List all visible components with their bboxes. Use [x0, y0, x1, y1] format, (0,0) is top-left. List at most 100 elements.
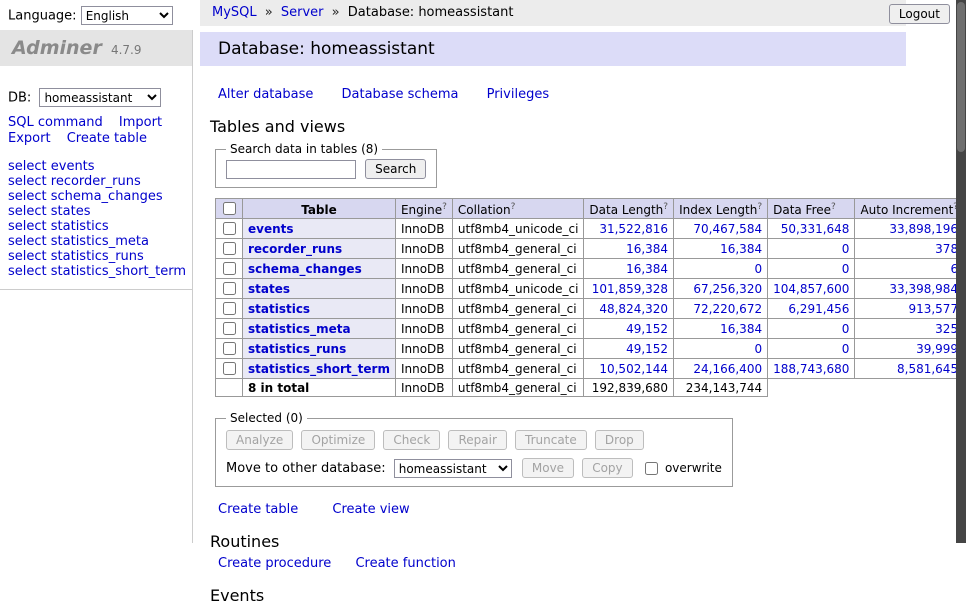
cell-engine: InnoDB [395, 319, 452, 339]
breadcrumb-link-mysql[interactable]: MySQL [212, 5, 257, 20]
database-schema-link[interactable]: Database schema [342, 87, 459, 102]
create-view-link[interactable]: Create view [332, 502, 409, 517]
overwrite-checkbox[interactable] [645, 462, 658, 475]
breadcrumb-link-server[interactable]: Server [281, 5, 324, 20]
table-link[interactable]: statistics_runs [248, 342, 346, 356]
sidebar-item-select-schema-changes[interactable]: select schema_changes [8, 189, 184, 204]
cell-auto-increment: 325 [855, 319, 964, 339]
row-checkbox[interactable] [223, 302, 236, 315]
cell-engine: InnoDB [395, 279, 452, 299]
repair-button[interactable]: Repair [448, 430, 506, 450]
table-link[interactable]: schema_changes [248, 262, 362, 276]
export-link[interactable]: Export [8, 131, 51, 146]
analyze-button[interactable]: Analyze [226, 430, 293, 450]
routines-heading: Routines [210, 533, 910, 551]
drop-button[interactable]: Drop [595, 430, 644, 450]
cell-collation: utf8mb4_unicode_ci [452, 219, 584, 239]
table-link[interactable]: statistics_short_term [248, 362, 390, 376]
cell-auto-increment: 6 [855, 259, 964, 279]
cell-engine: InnoDB [395, 259, 452, 279]
column-header-data-free[interactable]: Data Free? [768, 199, 855, 219]
table-link[interactable]: events [248, 222, 294, 236]
cell-data-free: 50,331,648 [768, 219, 855, 239]
language-select[interactable]: English [81, 6, 173, 25]
tables-and-views-heading: Tables and views [210, 118, 910, 136]
row-checkbox[interactable] [223, 262, 236, 275]
scrollbar[interactable] [956, 0, 966, 543]
db-select[interactable]: homeassistant [39, 88, 161, 107]
row-checkbox[interactable] [223, 362, 236, 375]
table-row: statistics InnoDB utf8mb4_general_ci 48,… [216, 299, 966, 319]
privileges-link[interactable]: Privileges [487, 87, 550, 102]
optimize-button[interactable]: Optimize [301, 430, 375, 450]
total-collation: utf8mb4_general_ci [452, 379, 584, 397]
table-row: events InnoDB utf8mb4_unicode_ci 31,522,… [216, 219, 966, 239]
breadcrumb: MySQL » Server » Database: homeassistant [200, 0, 906, 26]
cell-data-free: 6,291,456 [768, 299, 855, 319]
create-function-link[interactable]: Create function [355, 556, 455, 571]
column-header-engine[interactable]: Engine? [395, 199, 452, 219]
events-heading: Events [210, 587, 910, 605]
create-procedure-link[interactable]: Create procedure [218, 556, 331, 571]
cell-data-free: 0 [768, 339, 855, 359]
cell-collation: utf8mb4_general_ci [452, 319, 584, 339]
copy-button[interactable]: Copy [582, 458, 632, 478]
logout-button[interactable]: Logout [889, 4, 950, 24]
cell-engine: InnoDB [395, 239, 452, 259]
sidebar-item-select-statistics-short-term[interactable]: select statistics_short_term [8, 264, 184, 279]
search-input[interactable] [226, 160, 356, 179]
check-button[interactable]: Check [383, 430, 440, 450]
cell-index-length: 70,467,584 [674, 219, 768, 239]
column-header-collation[interactable]: Collation? [452, 199, 584, 219]
cell-data-length: 48,824,320 [584, 299, 674, 319]
row-checkbox[interactable] [223, 322, 236, 335]
cell-collation: utf8mb4_general_ci [452, 339, 584, 359]
sidebar-item-select-recorder-runs[interactable]: select recorder_runs [8, 174, 184, 189]
sidebar-item-select-statistics[interactable]: select statistics [8, 219, 184, 234]
column-header-data-length[interactable]: Data Length? [584, 199, 674, 219]
cell-auto-increment: 39,999 [855, 339, 964, 359]
alter-database-link[interactable]: Alter database [218, 87, 313, 102]
search-legend: Search data in tables (8) [226, 142, 382, 156]
selected-fieldset: Selected (0) Analyze Optimize Check Repa… [215, 411, 733, 487]
create-table-link-main[interactable]: Create table [218, 502, 298, 517]
cell-collation: utf8mb4_general_ci [452, 299, 584, 319]
move-database-select[interactable]: homeassistant [394, 459, 512, 478]
move-button[interactable]: Move [522, 458, 574, 478]
table-link[interactable]: states [248, 282, 290, 296]
search-button[interactable]: Search [365, 159, 426, 179]
row-checkbox[interactable] [223, 222, 236, 235]
column-header-index-length[interactable]: Index Length? [674, 199, 768, 219]
table-link[interactable]: recorder_runs [248, 242, 342, 256]
sidebar-item-select-states[interactable]: select states [8, 204, 184, 219]
breadcrumb-separator: » [332, 5, 340, 20]
import-link[interactable]: Import [119, 115, 162, 130]
row-checkbox[interactable] [223, 242, 236, 255]
sidebar-item-select-events[interactable]: select events [8, 159, 184, 174]
row-checkbox[interactable] [223, 342, 236, 355]
adminer-version: 4.7.9 [111, 43, 142, 57]
scrollbar-thumb[interactable] [957, 2, 965, 152]
sql-command-link[interactable]: SQL command [8, 115, 103, 130]
sidebar-item-select-statistics-runs[interactable]: select statistics_runs [8, 249, 184, 264]
sidebar: Adminer 4.7.9 DB: homeassistant SQL comm… [0, 30, 193, 543]
column-header-auto-increment[interactable]: Auto Increment? [855, 199, 964, 219]
cell-auto-increment: 913,577 [855, 299, 964, 319]
cell-engine: InnoDB [395, 339, 452, 359]
adminer-logo[interactable]: Adminer [12, 37, 102, 59]
total-data-length: 192,839,680 [584, 379, 674, 397]
row-checkbox[interactable] [223, 282, 236, 295]
sidebar-item-select-statistics-meta[interactable]: select statistics_meta [8, 234, 184, 249]
cell-index-length: 24,166,400 [674, 359, 768, 379]
cell-data-free: 0 [768, 319, 855, 339]
create-table-link[interactable]: Create table [67, 131, 147, 146]
cell-data-free: 188,743,680 [768, 359, 855, 379]
cell-index-length: 0 [674, 339, 768, 359]
select-all-checkbox[interactable] [223, 202, 236, 215]
cell-index-length: 72,220,672 [674, 299, 768, 319]
truncate-button[interactable]: Truncate [515, 430, 587, 450]
column-header-table[interactable]: Table [243, 199, 396, 219]
table-link[interactable]: statistics [248, 302, 310, 316]
table-row: statistics_meta InnoDB utf8mb4_general_c… [216, 319, 966, 339]
table-link[interactable]: statistics_meta [248, 322, 351, 336]
